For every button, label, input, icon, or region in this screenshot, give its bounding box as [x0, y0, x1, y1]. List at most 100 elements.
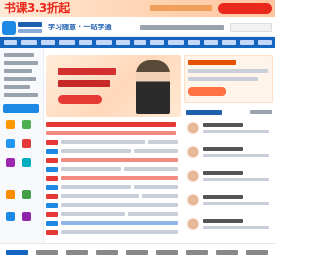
nav-item[interactable]	[41, 40, 55, 45]
document-icon[interactable]	[22, 212, 31, 221]
news-item[interactable]	[61, 221, 178, 225]
teacher-name[interactable]	[203, 147, 243, 151]
site-slogan: 学习随意 · 一站学通	[48, 24, 112, 31]
nav-item[interactable]	[59, 40, 75, 45]
news-item[interactable]	[148, 140, 178, 144]
teacher-name[interactable]	[203, 195, 243, 199]
more-link[interactable]	[250, 110, 272, 114]
search-input[interactable]	[230, 23, 272, 32]
nav-item[interactable]	[204, 40, 218, 45]
teacher-avatar[interactable]	[187, 194, 199, 206]
news-item[interactable]	[142, 194, 178, 198]
news-headline[interactable]	[46, 122, 176, 127]
news-item[interactable]	[128, 212, 178, 216]
news-item[interactable]	[134, 149, 178, 153]
tab-item[interactable]	[96, 250, 118, 255]
teacher-desc	[203, 130, 269, 133]
teacher-name[interactable]	[203, 171, 243, 175]
promo-headline[interactable]: 书课3.3折起	[4, 2, 70, 14]
tab-item[interactable]	[156, 250, 178, 255]
nav-item[interactable]	[4, 40, 17, 45]
site-logo-text[interactable]	[18, 22, 42, 27]
teacher-desc	[203, 154, 269, 157]
news-item[interactable]	[124, 167, 178, 171]
teacher-name[interactable]	[203, 123, 243, 127]
news-tag	[46, 176, 58, 181]
teacher-avatar[interactable]	[187, 146, 199, 158]
tab-item[interactable]	[216, 250, 238, 255]
news-item[interactable]	[61, 194, 139, 198]
news-tag	[46, 167, 58, 172]
sidebar-item[interactable]	[4, 53, 34, 57]
sidebar-item[interactable]	[4, 61, 38, 65]
calendar-icon[interactable]	[22, 120, 31, 129]
chart-icon[interactable]	[6, 190, 15, 199]
tab-item[interactable]	[6, 250, 28, 255]
nav-item[interactable]	[222, 40, 236, 45]
document-icon[interactable]	[6, 139, 15, 148]
news-tag	[46, 221, 58, 226]
news-item[interactable]	[134, 185, 178, 189]
news-item[interactable]	[61, 230, 178, 234]
teacher-avatar[interactable]	[187, 218, 199, 230]
book-icon[interactable]	[6, 212, 15, 221]
tab-item[interactable]	[66, 250, 88, 255]
book-icon[interactable]	[6, 158, 15, 167]
news-tag	[46, 149, 58, 154]
news-subheadline[interactable]	[46, 131, 176, 135]
sidebar-item[interactable]	[4, 69, 32, 73]
chart-icon[interactable]	[22, 139, 31, 148]
teacher-desc	[203, 226, 269, 229]
nav-item[interactable]	[134, 40, 146, 45]
news-item[interactable]	[61, 149, 131, 153]
sidebar-item[interactable]	[4, 93, 38, 97]
promo-subtext	[150, 5, 212, 11]
news-tag	[46, 230, 58, 235]
promo-card-line	[188, 69, 268, 73]
nav-item[interactable]	[188, 40, 200, 45]
nav-item[interactable]	[79, 40, 92, 45]
nav-item[interactable]	[96, 40, 112, 45]
news-item[interactable]	[61, 185, 131, 189]
promo-card-button[interactable]	[188, 87, 226, 96]
teacher-section-title	[186, 110, 222, 115]
news-item[interactable]	[61, 176, 178, 180]
tab-item[interactable]	[36, 250, 58, 255]
nav-item[interactable]	[116, 40, 130, 45]
nav-item[interactable]	[21, 40, 37, 45]
teacher-desc	[203, 202, 269, 205]
sidebar-item[interactable]	[4, 77, 36, 81]
news-tag	[46, 203, 58, 208]
nav-item[interactable]	[168, 40, 184, 45]
news-item[interactable]	[61, 203, 178, 207]
news-tag	[46, 185, 58, 190]
calendar-icon[interactable]	[22, 190, 31, 199]
teacher-avatar[interactable]	[187, 170, 199, 182]
news-tag	[46, 140, 58, 145]
teacher-desc	[203, 178, 269, 181]
tab-item[interactable]	[126, 250, 148, 255]
teacher-name[interactable]	[203, 219, 243, 223]
nav-item[interactable]	[258, 40, 272, 45]
news-item[interactable]	[61, 158, 178, 162]
sidebar-item[interactable]	[4, 85, 30, 89]
hero-subtitle	[58, 80, 110, 87]
site-logo-subtext	[18, 29, 42, 33]
promo-cta-button[interactable]	[218, 3, 272, 14]
book-icon[interactable]	[6, 120, 15, 129]
news-tag	[46, 158, 58, 163]
document-icon[interactable]	[22, 158, 31, 167]
nav-item[interactable]	[150, 40, 164, 45]
nav-item[interactable]	[240, 40, 254, 45]
hero-cta-button[interactable]	[58, 95, 102, 104]
hotline-text	[140, 25, 224, 30]
news-item[interactable]	[61, 212, 125, 216]
logo-icon[interactable]	[2, 21, 16, 35]
news-item[interactable]	[61, 167, 121, 171]
tab-item[interactable]	[186, 250, 208, 255]
tab-item[interactable]	[246, 250, 268, 255]
hero-title	[58, 68, 116, 75]
sidebar-cta-button[interactable]	[3, 104, 39, 113]
teacher-avatar[interactable]	[187, 122, 199, 134]
news-item[interactable]	[61, 140, 145, 144]
